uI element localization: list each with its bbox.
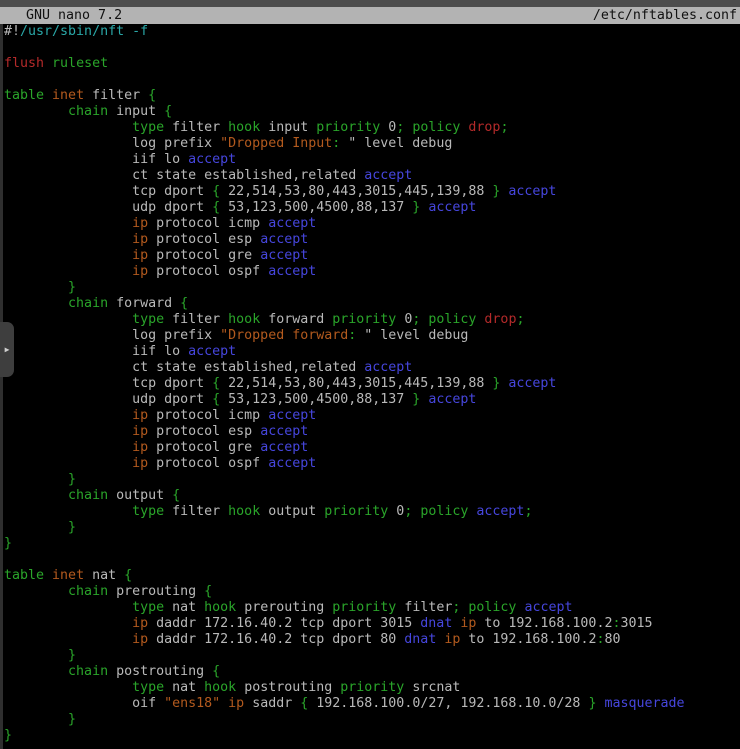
code-line: chain output {	[4, 488, 740, 504]
code-line: ip daddr 172.16.40.2 tcp dport 3015 dnat…	[4, 616, 740, 632]
code-line: ip protocol ospf accept	[4, 456, 740, 472]
code-line	[4, 40, 740, 56]
code-line: udp dport { 53,123,500,4500,88,137 } acc…	[4, 392, 740, 408]
code-line: ip protocol icmp accept	[4, 216, 740, 232]
terminal-screen: GNU nano 7.2 /etc/nftables.conf #!/usr/s…	[0, 0, 740, 749]
code-line: type filter hook forward priority 0; pol…	[4, 312, 740, 328]
code-line: oif "ens18" ip saddr { 192.168.100.0/27,…	[4, 696, 740, 712]
code-line: chain forward {	[4, 296, 740, 312]
code-line: chain prerouting {	[4, 584, 740, 600]
code-line: }	[4, 280, 740, 296]
code-area[interactable]: #!/usr/sbin/nft -f flush ruleset table ine…	[0, 24, 740, 749]
code-line: tcp dport { 22,514,53,80,443,3015,445,13…	[4, 184, 740, 200]
code-line: ct state established,related accept	[4, 360, 740, 376]
code-line: ip daddr 172.16.40.2 tcp dport 80 dnat i…	[4, 632, 740, 648]
code-line: iif lo accept	[4, 152, 740, 168]
code-line: }	[4, 648, 740, 664]
code-line: type filter hook input priority 0; polic…	[4, 120, 740, 136]
code-line: chain postrouting {	[4, 664, 740, 680]
code-line: type filter hook output priority 0; poli…	[4, 504, 740, 520]
code-line: table inet filter {	[4, 88, 740, 104]
code-line: table inet nat {	[4, 568, 740, 584]
code-line: ip protocol gre accept	[4, 440, 740, 456]
code-line: }	[4, 520, 740, 536]
code-line	[4, 552, 740, 568]
code-line: ip protocol gre accept	[4, 248, 740, 264]
file-path-label: /etc/nftables.conf	[593, 7, 737, 24]
code-line: }	[4, 536, 740, 552]
code-line: log prefix "Dropped Input: " level debug	[4, 136, 740, 152]
code-line: tcp dport { 22,514,53,80,443,3015,445,13…	[4, 376, 740, 392]
code-line: udp dport { 53,123,500,4500,88,137 } acc…	[4, 200, 740, 216]
code-line: ip protocol ospf accept	[4, 264, 740, 280]
sidebar-reveal-handle[interactable]: ▶	[0, 322, 14, 377]
code-line: log prefix "Dropped forward: " level deb…	[4, 328, 740, 344]
code-line: ct state established,related accept	[4, 168, 740, 184]
code-line: }	[4, 728, 740, 744]
code-line: }	[4, 472, 740, 488]
code-line: chain input {	[4, 104, 740, 120]
code-line: ip protocol esp accept	[4, 424, 740, 440]
code-line: ip protocol esp accept	[4, 232, 740, 248]
code-line: ip protocol icmp accept	[4, 408, 740, 424]
code-line: }	[4, 712, 740, 728]
nano-titlebar: GNU nano 7.2 /etc/nftables.conf	[0, 7, 740, 24]
chevron-right-icon: ▶	[5, 346, 10, 354]
code-line: flush ruleset	[4, 56, 740, 72]
code-line	[4, 72, 740, 88]
code-line: type nat hook postrouting priority srcna…	[4, 680, 740, 696]
code-line: type nat hook prerouting priority filter…	[4, 600, 740, 616]
window-top-strip	[0, 0, 740, 7]
app-version-label: GNU nano 7.2	[10, 7, 122, 24]
code-line: iif lo accept	[4, 344, 740, 360]
left-border-line	[0, 24, 3, 749]
code-line: #!/usr/sbin/nft -f	[4, 24, 740, 40]
